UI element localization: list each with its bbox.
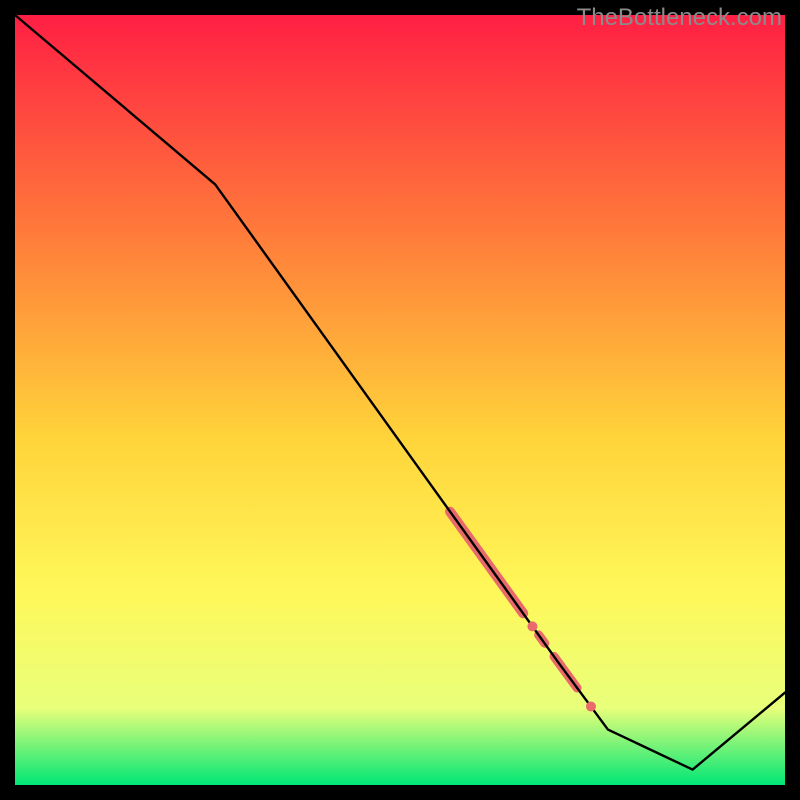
highlight-dot: [527, 621, 537, 631]
chart-svg: [0, 0, 800, 800]
watermark-text: TheBottleneck.com: [577, 4, 782, 32]
bottleneck-chart: TheBottleneck.com: [0, 0, 800, 800]
highlight-dot: [586, 701, 596, 711]
plot-background: [15, 15, 785, 785]
